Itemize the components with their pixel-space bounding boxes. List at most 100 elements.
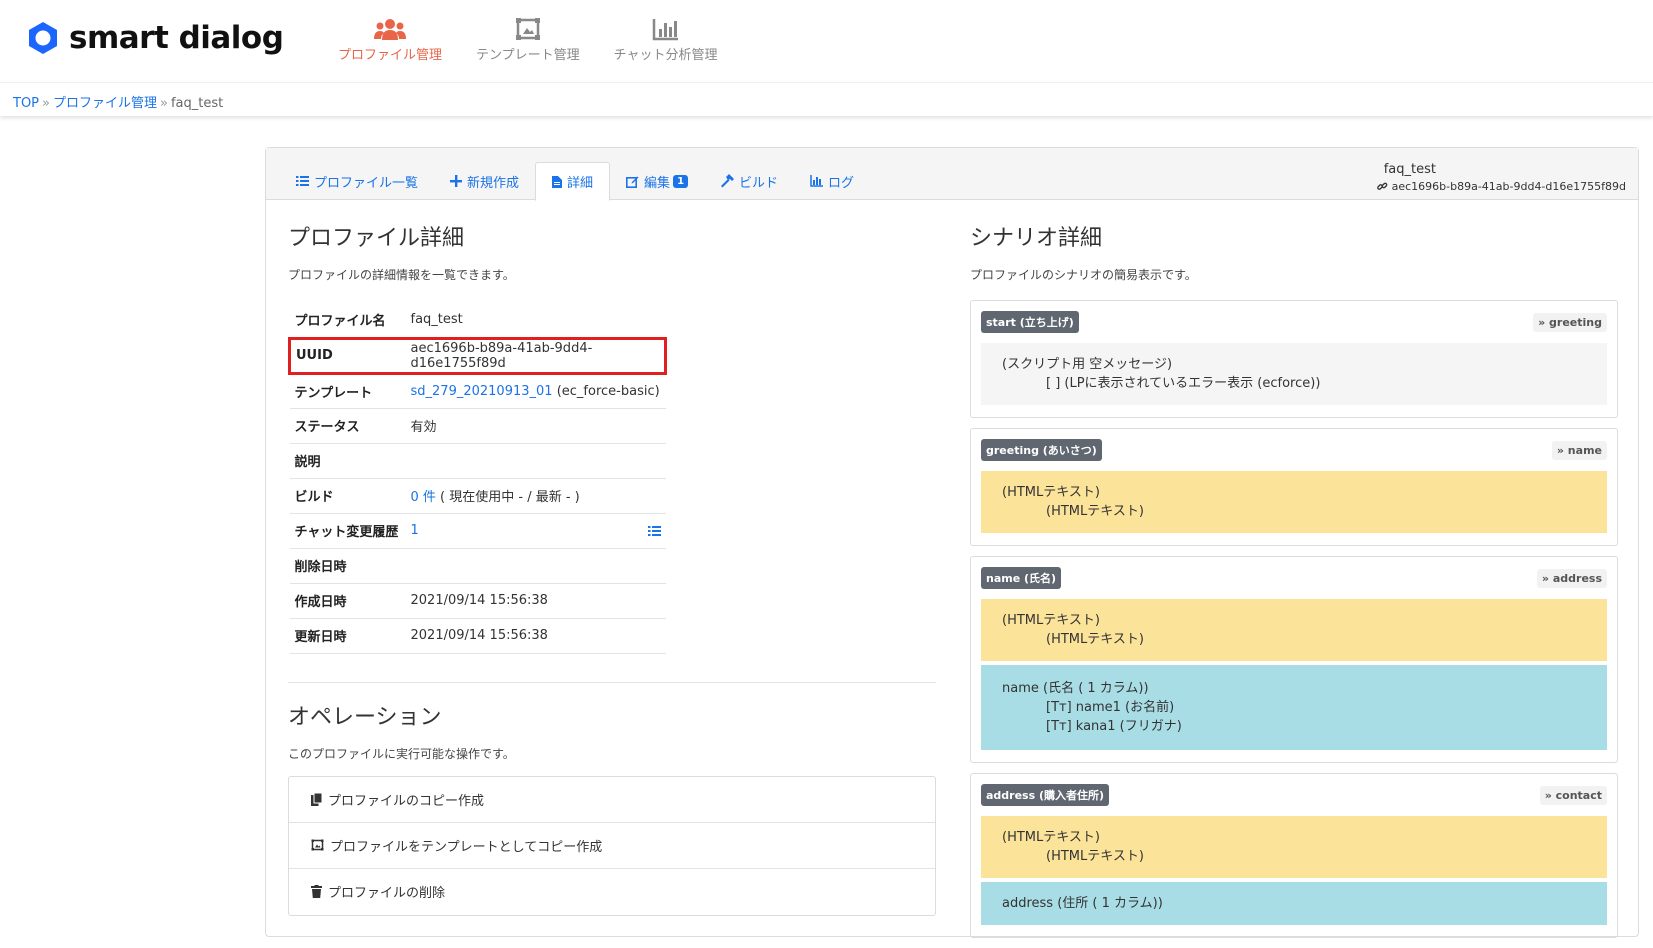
scenario-label: name (氏名) [981,567,1062,589]
breadcrumb-top[interactable]: TOP [13,96,39,111]
template-icon [515,18,540,40]
hexagon-logo-icon [29,22,57,54]
message-line: (スクリプト用 空メッセージ) [1002,357,1173,372]
row-key: 説明 [289,443,406,479]
tabs: プロファイル一覧 新規作成 詳細 編集 1 ビルド ログ [280,162,870,201]
breadcrumb-current: faq_test [170,96,224,111]
tab-build-label: ビルド [739,175,779,191]
trash-icon [311,885,322,898]
message-line: (HTMLテキスト) [1046,632,1144,647]
detail-title: プロファイル詳細 [288,226,465,251]
scenario-next-link[interactable]: » contact [1539,785,1607,805]
message-line: (HTMLテキスト) [1046,504,1144,519]
tab-log-label: ログ [828,175,855,191]
scenario-message: (HTMLテキスト) (HTMLテキスト) [981,599,1607,661]
created-value: 2021/09/14 15:56:38 [405,583,666,619]
hammer-icon [721,174,735,188]
profile-summary-uuid-text: aec1696b-b89a-41ab-9dd4-d16e1755f89d [1391,180,1626,193]
uuid-value: aec1696b-b89a-41ab-9dd4-d16e1755f89d [405,336,667,375]
tab-bar: プロファイル一覧 新規作成 詳細 編集 1 ビルド ログ faq_test ae… [266,148,1638,201]
detail-column: プロファイル詳細 プロファイルの詳細情報を一覧できます。 プロファイル名 faq… [288,220,936,916]
nav-chat-analysis[interactable]: チャット分析管理 [614,14,718,63]
table-row: チャット変更履歴 1 [289,513,666,549]
logo-text: smart dialog [69,20,284,56]
scenario-desc: プロファイルのシナリオの簡易表示です。 [970,268,1197,282]
message-line: (HTMLテキスト) [1046,849,1144,864]
updated-value: 2021/09/14 15:56:38 [405,618,666,654]
row-key: UUID [288,336,406,375]
chart-icon [652,19,678,41]
table-row: プロファイル名 faq_test [289,303,666,339]
edit-count-badge: 1 [673,174,689,188]
nav-profile-label: プロファイル管理 [338,48,443,63]
profile-summary: faq_test aec1696b-b89a-41ab-9dd4-d16e175… [1376,162,1626,193]
chart-icon [810,175,824,187]
scenario-next-link[interactable]: » address [1536,568,1607,588]
template-link[interactable]: sd_279_20210913_01 [411,384,553,399]
logo[interactable]: smart dialog [25,20,284,56]
app-header: smart dialog プロファイル管理 テンプレート管理 チャット分析管理 [0,0,1653,82]
scenario-block-name: name (氏名) » address (HTMLテキスト) (HTMLテキスト… [970,556,1618,763]
tab-profile-list[interactable]: プロファイル一覧 [280,162,434,200]
row-key: ステータス [289,408,406,444]
copy-profile-button[interactable]: プロファイルのコピー作成 [289,777,935,823]
tab-new[interactable]: 新規作成 [434,162,535,200]
breadcrumb-sep: » [160,96,168,111]
table-row: テンプレート sd_279_20210913_01 (ec_force-basi… [289,373,666,409]
operation-desc: このプロファイルに実行可能な操作です。 [288,746,515,761]
build-cell: 0 件 ( 現在使用中 - / 最新 - ) [405,478,666,514]
breadcrumb: TOP» プロファイル管理» faq_test [13,92,223,111]
scenario-form: name (氏名 ( 1 カラム)) [Tт] name1 (お名前) [Tт]… [981,665,1607,750]
scenario-block-start: start (立ち上げ) » greeting (スクリプト用 空メッセージ) … [970,300,1618,418]
breadcrumb-profile[interactable]: プロファイル管理 [53,96,157,111]
nav-profile[interactable]: プロファイル管理 [338,14,442,63]
form-field-line: [Tт] kana1 (フリガナ) [1046,719,1182,734]
table-row: 更新日時 2021/09/14 15:56:38 [289,618,666,654]
row-key: 削除日時 [289,548,406,584]
scenario-message: (HTMLテキスト) (HTMLテキスト) [981,816,1607,878]
form-line: name (氏名 ( 1 カラム)) [1002,681,1149,696]
scenario-label: start (立ち上げ) [981,311,1079,333]
scenario-title: シナリオ詳細 [970,226,1103,251]
tab-new-label: 新規作成 [467,175,520,191]
description-value [405,443,666,479]
edit-icon [626,176,639,188]
detail-desc: プロファイルの詳細情報を一覧できます。 [288,268,515,282]
tab-log[interactable]: ログ [794,162,870,200]
build-status: ( 現在使用中 - / 最新 - ) [440,490,580,505]
scenario-message: (HTMLテキスト) (HTMLテキスト) [981,471,1607,533]
nav-template[interactable]: テンプレート管理 [476,14,580,63]
detail-table: プロファイル名 faq_test UUID aec1696b-b89a-41ab… [288,303,667,654]
tab-build[interactable]: ビルド [704,162,794,200]
table-row: ステータス 有効 [289,408,666,444]
scenario-form: address (住所 ( 1 カラム)) [981,882,1607,925]
message-line: (HTMLテキスト) [1002,613,1100,628]
row-key: 作成日時 [289,583,406,619]
scenario-next-link[interactable]: » name [1551,440,1607,460]
scenario-next-link[interactable]: » greeting [1533,312,1607,332]
copy-as-template-button[interactable]: プロファイルをテンプレートとしてコピー作成 [289,823,935,869]
document-icon [552,175,563,188]
message-line: (HTMLテキスト) [1002,830,1100,845]
list-icon[interactable] [647,525,661,537]
tab-detail[interactable]: 詳細 [535,162,611,201]
scenario-label: greeting (あいさつ) [981,439,1102,461]
history-cell: 1 [405,513,666,549]
breadcrumb-sep: » [42,96,50,111]
nav-template-label: テンプレート管理 [476,48,580,63]
delete-profile-button[interactable]: プロファイルの削除 [289,869,935,915]
copy-icon [311,792,322,806]
uuid-row-highlighted: UUID aec1696b-b89a-41ab-9dd4-d16e1755f89… [288,336,667,375]
row-key: テンプレート [289,373,406,409]
tab-detail-label: 詳細 [567,176,594,191]
history-count-link[interactable]: 1 [411,523,419,538]
tab-edit-label: 編集 [644,175,671,191]
profile-summary-uuid[interactable]: aec1696b-b89a-41ab-9dd4-d16e1755f89d [1376,180,1626,193]
delete-profile-label: プロファイルの削除 [328,886,446,901]
template-icon [311,839,324,851]
build-count-link[interactable]: 0 件 [411,490,436,505]
deleted-value [405,548,666,584]
table-row: ビルド 0 件 ( 現在使用中 - / 最新 - ) [289,478,666,514]
tab-edit[interactable]: 編集 1 [610,162,704,200]
message-line: (HTMLテキスト) [1002,485,1100,500]
